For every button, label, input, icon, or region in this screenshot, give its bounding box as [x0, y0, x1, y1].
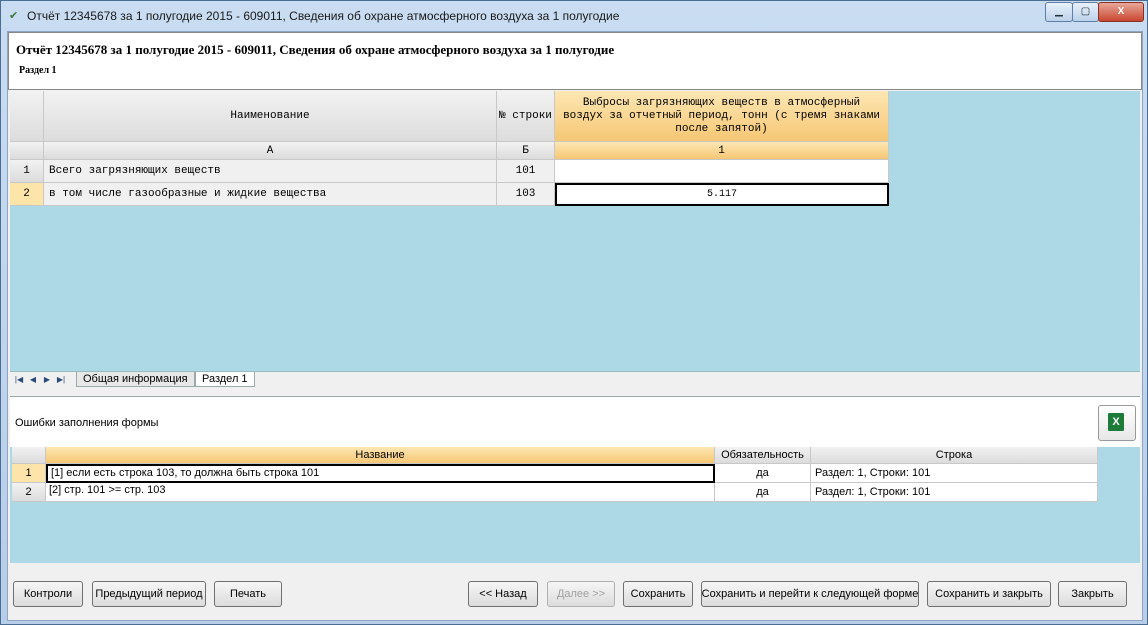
row-name: Всего загрязняющих веществ — [44, 160, 497, 183]
code-1: 1 — [555, 142, 889, 160]
emissions-input-101[interactable] — [555, 160, 889, 183]
save-and-next-form-button[interactable]: Сохранить и перейти к следующей форме — [701, 581, 919, 607]
save-and-close-button[interactable]: Сохранить и закрыть — [927, 581, 1051, 607]
section-spreadsheet: Наименование № строки Выбросы загрязняющ… — [10, 91, 1140, 371]
error-row-name[interactable]: [2] стр. 101 >= стр. 103 — [46, 483, 715, 502]
corner-cell — [10, 91, 44, 142]
errors-label: Ошибки заполнения формы — [15, 417, 159, 429]
button-bar: Контроли Предыдущий период Печать << Наз… — [8, 564, 1142, 620]
prev-tab-icon[interactable]: ◀ — [28, 374, 38, 385]
save-button[interactable]: Сохранить — [623, 581, 693, 607]
previous-period-button[interactable]: Предыдущий период — [92, 581, 206, 607]
error-row-location: Раздел: 1, Строки: 101 — [811, 483, 1098, 502]
column-header-rownum: № строки — [497, 91, 555, 142]
error-row-location: Раздел: 1, Строки: 101 — [811, 464, 1098, 483]
report-title: Отчёт 12345678 за 1 полугодие 2015 - 609… — [16, 42, 615, 57]
row-number[interactable]: 1 — [10, 160, 44, 183]
close-button[interactable]: Закрыть — [1058, 581, 1127, 607]
error-row-number[interactable]: 2 — [12, 483, 46, 502]
errors-header: Ошибки заполнения формы X — [10, 397, 1140, 447]
title-bar: ✔ Отчёт 12345678 за 1 полугодие 2015 - 6… — [1, 1, 1147, 31]
errors-col-name: Название — [46, 447, 715, 464]
errors-corner-cell — [12, 447, 46, 464]
error-row-required: да — [715, 464, 811, 483]
emissions-input-103[interactable]: 5.117 — [555, 183, 889, 206]
print-button[interactable]: Печать — [214, 581, 282, 607]
row-line-code: 103 — [497, 183, 555, 206]
next-tab-icon[interactable]: ▶ — [42, 374, 52, 385]
controls-button[interactable]: Контроли — [13, 581, 83, 607]
errors-col-row: Строка — [811, 447, 1098, 464]
form-content: Отчёт 12345678 за 1 полугодие 2015 - 609… — [7, 31, 1143, 621]
maximize-button[interactable]: ▢ — [1072, 2, 1099, 22]
error-row-required: да — [715, 483, 811, 502]
last-tab-icon[interactable]: ▶| — [56, 374, 66, 385]
report-header: Отчёт 12345678 за 1 полугодие 2015 - 609… — [8, 32, 1142, 90]
error-row-number-selected[interactable]: 1 — [12, 464, 46, 483]
excel-icon: X — [1108, 413, 1124, 431]
errors-panel: Ошибки заполнения формы X Название Обяза… — [10, 396, 1140, 563]
errors-col-required: Обязательность — [715, 447, 811, 464]
tab-general-info[interactable]: Общая информация — [76, 372, 195, 387]
app-icon: ✔ — [9, 10, 19, 22]
corner-cell-codes — [10, 142, 44, 160]
minimize-button[interactable]: ▁ — [1045, 2, 1073, 22]
row-number-selected[interactable]: 2 — [10, 183, 44, 206]
window-title: Отчёт 12345678 за 1 полугодие 2015 - 609… — [27, 9, 620, 23]
close-window-button[interactable]: X — [1098, 2, 1144, 22]
code-a: А — [44, 142, 497, 160]
sheet-tabs: |◀ ◀ ▶ ▶| Общая информация Раздел 1 — [10, 371, 1140, 387]
code-b: Б — [497, 142, 555, 160]
back-button[interactable]: << Назад — [468, 581, 538, 607]
row-line-code: 101 — [497, 160, 555, 183]
column-header-name: Наименование — [44, 91, 497, 142]
export-excel-button[interactable]: X — [1098, 405, 1136, 441]
error-row-name[interactable]: [1] если есть строка 103, то должна быть… — [46, 464, 715, 483]
next-button[interactable]: Далее >> — [547, 581, 615, 607]
column-header-emissions: Выбросы загрязняющих веществ в атмосферн… — [555, 91, 889, 142]
first-tab-icon[interactable]: |◀ — [14, 374, 24, 385]
row-name: в том числе газообразные и жидкие вещест… — [44, 183, 497, 206]
section-label: Раздел 1 — [19, 65, 57, 76]
tab-section-1[interactable]: Раздел 1 — [195, 372, 255, 387]
app-window: ✔ Отчёт 12345678 за 1 полугодие 2015 - 6… — [0, 0, 1148, 625]
